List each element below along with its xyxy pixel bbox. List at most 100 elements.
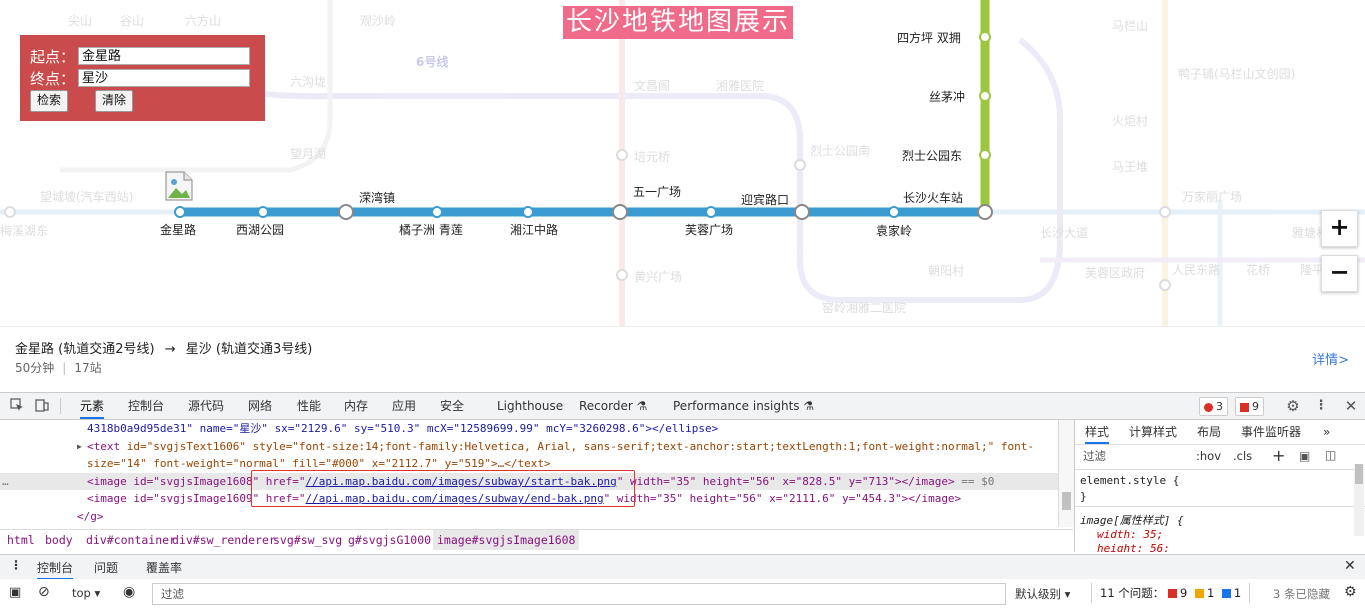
tab-event-listeners[interactable]: 事件监听器	[1241, 420, 1301, 444]
search-panel: 起点： 金星路 终点： 星沙 检索 清除	[20, 35, 265, 121]
breadcrumb-item[interactable]: div#sw_renderer	[172, 530, 276, 550]
start-input[interactable]: 金星路	[78, 47, 250, 65]
drawer-menu-icon[interactable]: ⋮	[10, 558, 22, 572]
error-count: 3	[1216, 400, 1223, 413]
station-label[interactable]: 溁湾镇	[359, 189, 395, 206]
expand-triangle-icon[interactable]: ▶	[77, 438, 82, 456]
faded-label: 鸭子铺(马栏山文创园)	[1178, 67, 1296, 81]
dom-scrollbar[interactable]	[1058, 420, 1074, 527]
drawer-tab-coverage[interactable]: 覆盖率	[146, 559, 182, 576]
close-devtools-icon[interactable]: ✕	[1343, 398, 1359, 414]
cls-toggle[interactable]: .cls	[1233, 449, 1252, 463]
error-count-badge[interactable]: 3	[1199, 397, 1228, 416]
tab-memory[interactable]: 内存	[344, 393, 368, 419]
faded-label: 谷山	[120, 14, 145, 28]
station-label[interactable]: 长沙火车站	[903, 189, 963, 206]
subway-map[interactable]: 尖山 谷山 六方山 观沙岭 6号线 六沟垅 文昌阁 湘雅医院 望月湖 培元桥 烈…	[0, 0, 1365, 326]
end-input[interactable]: 星沙	[78, 69, 250, 87]
faded-label: 人民东路	[1172, 263, 1221, 277]
station-label[interactable]: 西湖公园	[236, 221, 284, 238]
breadcrumb-item[interactable]: body	[45, 530, 73, 550]
issues-count: 9	[1252, 400, 1259, 413]
sidebar-toggle-icon[interactable]: ◫	[1325, 448, 1336, 462]
route-detail-link[interactable]: 详情>	[1312, 349, 1349, 368]
route-meta: 50分钟 | 17站	[15, 361, 102, 375]
tab-application[interactable]: 应用	[392, 393, 416, 419]
console-settings-gear-icon[interactable]: ⚙	[1344, 584, 1357, 600]
breadcrumb-item-selected[interactable]: image#svgjsImage1608	[433, 530, 580, 550]
close-drawer-icon[interactable]: ✕	[1344, 558, 1356, 574]
eye-icon[interactable]: ◉	[123, 584, 135, 600]
console-filter-input[interactable]: 过滤	[152, 583, 1006, 605]
tab-network[interactable]: 网络	[248, 393, 272, 419]
station-label[interactable]: 四方坪 双拥	[897, 29, 961, 46]
tab-lighthouse[interactable]: Lighthouse	[497, 393, 563, 419]
drawer-tab-issues[interactable]: 问题	[94, 559, 118, 576]
chevron-down-icon: ▾	[1064, 587, 1071, 601]
station-label[interactable]: 金星路	[160, 221, 196, 238]
station-label[interactable]: 烈士公园东	[902, 147, 962, 164]
breadcrumb-item[interactable]: g#svgjsG1000	[348, 530, 431, 550]
console-filter-placeholder: 过滤	[161, 587, 184, 601]
clear-button[interactable]: 清除	[95, 90, 134, 112]
recorder-label: Recorder	[579, 399, 633, 413]
station-label[interactable]: 橘子洲 青莲	[399, 221, 463, 238]
issues-summary-button[interactable]: 11 个问题： 9 1 1	[1091, 583, 1251, 603]
tab-layout[interactable]: 布局	[1197, 420, 1221, 444]
inspect-element-icon[interactable]	[9, 398, 25, 414]
sidebar-toggle-icon[interactable]: ▣	[9, 585, 21, 600]
breadcrumb-item[interactable]: html	[7, 530, 35, 550]
station-label[interactable]: 五一广场	[633, 183, 681, 200]
styles-scrollbar[interactable]	[1354, 464, 1364, 536]
more-tabs-icon[interactable]: »	[1323, 420, 1330, 444]
dom-line[interactable]: 4318b0a9d95de31" name="星沙" sx="2129.6" s…	[0, 420, 1058, 438]
search-button[interactable]: 检索	[30, 90, 69, 112]
more-options-icon[interactable]: ⋮	[1313, 398, 1329, 414]
breadcrumb-item[interactable]: svg#sw_svg	[273, 530, 342, 550]
context-selector[interactable]: top ▾	[72, 586, 100, 600]
faded-label: 万家丽广场	[1182, 190, 1243, 204]
styles-filter-row: 过滤 :hov .cls + ▣ ◫	[1075, 445, 1365, 470]
faded-label: 烈士公园南	[810, 144, 871, 158]
issue-warning-count: 1	[1206, 586, 1215, 600]
tab-performance-insights[interactable]: Performance insights ⚗	[673, 393, 814, 419]
issue-info-count: 1	[1233, 586, 1242, 600]
dom-ellipsis-icon[interactable]: …	[2, 473, 9, 491]
performance-insights-label: Performance insights	[673, 399, 800, 413]
styles-filter-input[interactable]: 过滤	[1079, 448, 1187, 465]
tab-sources[interactable]: 源代码	[188, 393, 224, 419]
settings-gear-icon[interactable]: ⚙	[1285, 398, 1301, 414]
dom-line[interactable]: </g>	[0, 508, 1058, 526]
zoom-out-button[interactable]: −	[1321, 255, 1358, 292]
hov-toggle[interactable]: :hov	[1196, 449, 1221, 463]
route-title: 金星路 (轨道交通2号线) → 星沙 (轨道交通3号线)	[15, 338, 312, 357]
drawer-tab-console[interactable]: 控制台	[37, 559, 74, 580]
faded-label: 火炬村	[1112, 114, 1149, 128]
tab-performance[interactable]: 性能	[297, 393, 321, 419]
breadcrumb-item[interactable]: div#container	[86, 530, 176, 550]
faded-label: 花桥	[1246, 263, 1271, 277]
station-label[interactable]: 袁家岭	[876, 222, 912, 239]
faded-label: 观沙岭	[360, 14, 397, 28]
station-label[interactable]: 湘江中路	[510, 221, 558, 238]
tab-computed[interactable]: 计算样式	[1129, 420, 1177, 444]
station-label[interactable]: 迎宾路口	[741, 191, 789, 208]
paint-icon[interactable]: ▣	[1299, 449, 1310, 463]
dom-scroll-thumb[interactable]	[1062, 492, 1071, 510]
add-rule-icon[interactable]: +	[1272, 446, 1285, 465]
device-toolbar-icon[interactable]	[34, 398, 50, 414]
tab-security[interactable]: 安全	[440, 393, 464, 419]
log-level-selector[interactable]: 默认级别 ▾	[1015, 586, 1070, 602]
dom-line[interactable]: ▶ <text id="svgjsText1606" style="font-s…	[0, 438, 1058, 456]
station-label[interactable]: 芙蓉广场	[685, 221, 733, 238]
tab-recorder[interactable]: Recorder ⚗	[579, 393, 647, 419]
issue-error-count: 9	[1179, 586, 1188, 600]
tab-elements[interactable]: 元素	[80, 393, 105, 419]
station-label[interactable]: 丝茅冲	[929, 88, 965, 105]
clear-console-icon[interactable]: ⊘	[38, 584, 50, 600]
issues-count-badge[interactable]: 9	[1235, 397, 1264, 416]
faded-label: 六方山	[185, 14, 222, 28]
tab-console[interactable]: 控制台	[128, 393, 164, 419]
zoom-in-button[interactable]: +	[1321, 210, 1358, 247]
tab-styles[interactable]: 样式	[1085, 420, 1110, 444]
